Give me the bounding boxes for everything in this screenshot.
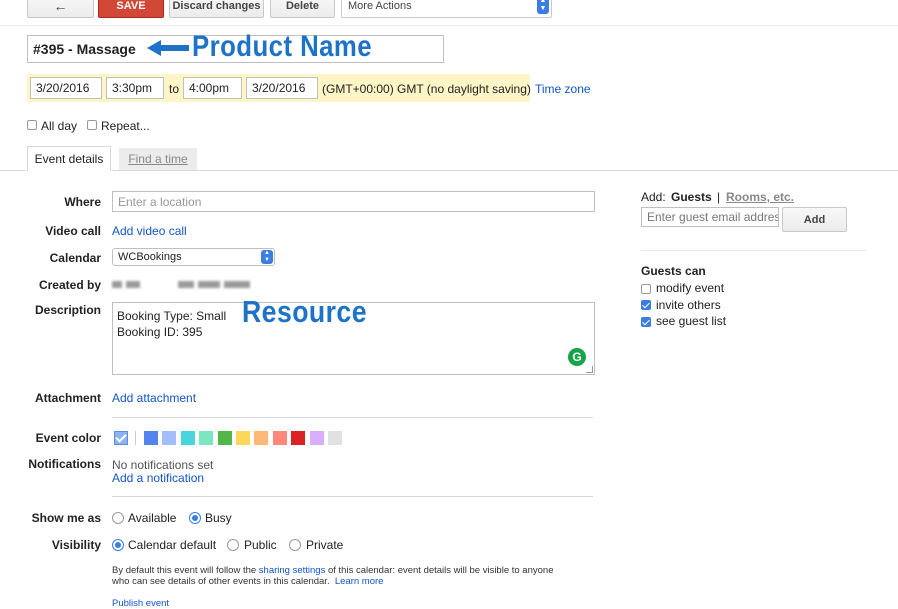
available-label: Available bbox=[128, 511, 177, 525]
resize-handle-icon[interactable] bbox=[586, 366, 593, 373]
visibility-note-text-c: who can see details of other events in t… bbox=[112, 576, 330, 587]
event-color-swatch[interactable] bbox=[236, 431, 250, 445]
created-by-label: Created by bbox=[38, 278, 101, 292]
event-title-text: #395 - Massage bbox=[33, 41, 136, 57]
calendar-select[interactable]: WCBookings ▲ ▼ bbox=[112, 248, 275, 266]
sharing-settings-link[interactable]: sharing settings bbox=[259, 565, 326, 576]
show-me-as-label: Show me as bbox=[31, 511, 101, 525]
description-line-1: Booking Type: Small bbox=[117, 309, 227, 323]
end-date-input[interactable]: 3/20/2016 bbox=[246, 77, 318, 99]
invite-others-checkbox[interactable] bbox=[641, 300, 651, 310]
repeat-checkbox[interactable] bbox=[87, 120, 97, 130]
event-color-swatch[interactable] bbox=[328, 431, 342, 445]
public-label: Public bbox=[244, 538, 277, 552]
event-color-swatch[interactable] bbox=[254, 431, 269, 445]
add-video-call-link[interactable]: Add video call bbox=[112, 224, 187, 238]
divider bbox=[112, 417, 593, 418]
visibility-note-text-b: of this calendar: event details will be … bbox=[325, 565, 554, 576]
guests-can-label: Guests can bbox=[641, 264, 706, 278]
see-guest-list-checkbox[interactable] bbox=[641, 317, 651, 327]
timezone-text: (GMT+00:00) GMT (no daylight saving) bbox=[322, 82, 531, 96]
save-button[interactable]: SAVE bbox=[98, 0, 164, 18]
notifications-value: No notifications set bbox=[112, 458, 214, 472]
calendar-default-label: Calendar default bbox=[128, 538, 217, 552]
start-date-input[interactable]: 3/20/2016 bbox=[30, 77, 102, 99]
more-actions-label: More Actions bbox=[348, 0, 412, 12]
rooms-tab[interactable]: Rooms, etc. bbox=[726, 190, 794, 204]
event-color-separator bbox=[135, 431, 136, 445]
event-color-default-swatch[interactable] bbox=[114, 431, 128, 445]
invite-others-label: invite others bbox=[656, 298, 721, 312]
busy-label: Busy bbox=[205, 511, 232, 525]
public-radio[interactable] bbox=[227, 539, 239, 551]
calendar-label: Calendar bbox=[49, 251, 101, 265]
add-guests-label: Add: bbox=[641, 190, 666, 204]
publish-event-link[interactable]: Publish event bbox=[112, 598, 169, 609]
event-color-swatch[interactable] bbox=[291, 431, 306, 445]
description-label: Description bbox=[34, 303, 101, 317]
tab-find-a-time[interactable]: Find a time bbox=[119, 148, 197, 170]
visibility-note: By default this event will follow the sh… bbox=[112, 565, 553, 587]
to-label: to bbox=[169, 82, 180, 96]
see-guest-list-label: see guest list bbox=[656, 314, 727, 328]
more-actions-dropdown[interactable]: More Actions ▲ ▼ bbox=[341, 0, 552, 18]
where-placeholder: Enter a location bbox=[118, 194, 202, 209]
check-icon bbox=[115, 431, 127, 443]
add-notification-link[interactable]: Add a notification bbox=[112, 471, 204, 485]
end-time-input[interactable]: 4:00pm bbox=[183, 77, 242, 99]
attachment-label: Attachment bbox=[34, 391, 101, 405]
dropdown-stepper-icon: ▲ ▼ bbox=[261, 250, 273, 264]
tabs-baseline bbox=[0, 170, 898, 171]
grammarly-icon[interactable]: G bbox=[568, 348, 586, 366]
event-color-swatch[interactable] bbox=[272, 431, 287, 445]
add-attachment-link[interactable]: Add attachment bbox=[112, 391, 196, 405]
visibility-note-text-a: By default this event will follow the bbox=[112, 565, 259, 576]
where-input[interactable]: Enter a location bbox=[112, 191, 595, 212]
timezone-link[interactable]: Time zone bbox=[535, 82, 591, 96]
tab-event-details[interactable]: Event details bbox=[27, 146, 111, 171]
event-color-swatch[interactable] bbox=[309, 431, 324, 445]
event-color-swatch[interactable] bbox=[162, 431, 177, 445]
divider bbox=[112, 496, 593, 497]
busy-radio[interactable] bbox=[189, 512, 201, 524]
start-time-input[interactable]: 3:30pm bbox=[106, 77, 164, 99]
calendar-select-value: WCBookings bbox=[118, 251, 182, 263]
discard-changes-button[interactable]: Discard changes bbox=[169, 0, 264, 18]
event-color-swatch[interactable] bbox=[144, 431, 158, 445]
guest-email-placeholder: Enter guest email addres bbox=[647, 210, 778, 224]
toolbar-divider bbox=[0, 25, 898, 26]
repeat-label: Repeat... bbox=[101, 119, 150, 133]
modify-event-checkbox[interactable] bbox=[641, 284, 651, 294]
notifications-label: Notifications bbox=[28, 457, 101, 471]
created-by-redacted bbox=[112, 280, 252, 290]
event-color-swatch[interactable] bbox=[217, 431, 232, 445]
visibility-label: Visibility bbox=[51, 538, 101, 552]
dropdown-stepper-icon: ▲ ▼ bbox=[537, 0, 549, 14]
event-color-swatch[interactable] bbox=[180, 431, 195, 445]
annotation-arrow-icon bbox=[147, 40, 189, 59]
learn-more-link[interactable]: Learn more bbox=[335, 576, 384, 587]
delete-button[interactable]: Delete bbox=[270, 0, 335, 18]
event-color-swatch[interactable] bbox=[199, 431, 214, 445]
available-radio[interactable] bbox=[112, 512, 124, 524]
video-call-label: Video call bbox=[45, 224, 101, 238]
guests-tab[interactable]: Guests bbox=[671, 190, 712, 204]
where-label: Where bbox=[64, 195, 101, 209]
all-day-label: All day bbox=[41, 119, 78, 133]
guest-email-input[interactable]: Enter guest email addres bbox=[641, 207, 779, 227]
resource-annotation: Resource bbox=[242, 294, 367, 329]
private-radio[interactable] bbox=[289, 539, 301, 551]
all-day-checkbox[interactable] bbox=[27, 120, 37, 130]
private-label: Private bbox=[306, 538, 344, 552]
product-name-annotation: Product Name bbox=[192, 30, 373, 63]
add-guest-button[interactable]: Add bbox=[782, 207, 847, 232]
divider bbox=[641, 250, 866, 251]
description-line-2: Booking ID: 395 bbox=[117, 325, 203, 339]
calendar-default-radio[interactable] bbox=[112, 539, 124, 551]
back-button[interactable]: ← bbox=[27, 0, 94, 18]
guests-tab-separator: | bbox=[717, 190, 721, 204]
modify-event-label: modify event bbox=[656, 281, 725, 295]
event-color-label: Event color bbox=[35, 431, 101, 445]
